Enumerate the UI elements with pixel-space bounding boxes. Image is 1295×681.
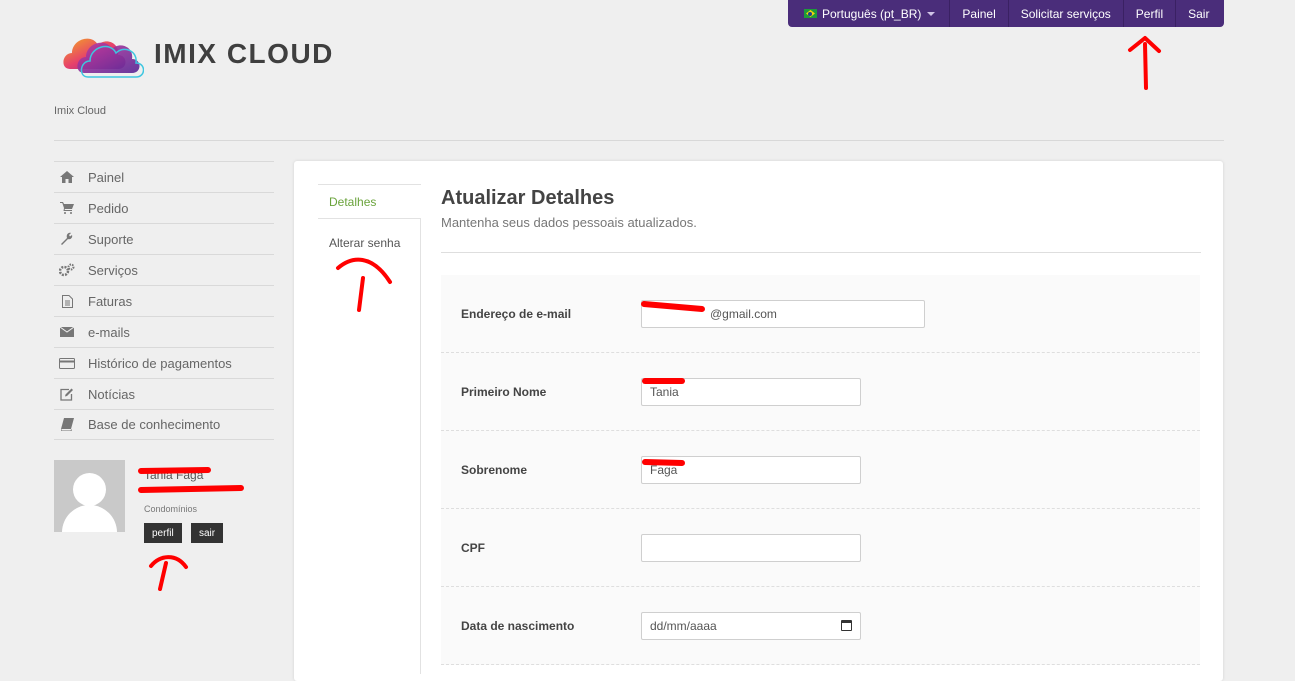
last-name-field[interactable]: Faga [641, 455, 861, 484]
sidebar-item-label: Base de conhecimento [88, 417, 221, 432]
sidebar-item-label: Pedido [88, 200, 129, 216]
details-content: Atualizar Detalhes Mantenha seus dados p… [441, 185, 1201, 665]
sidebar-item-emails[interactable]: e-mails [54, 316, 274, 347]
form-row-cpf: CPF [441, 509, 1200, 587]
header-divider [54, 140, 1224, 141]
logout-button[interactable]: sair [191, 523, 224, 543]
sidebar-item-label: Faturas [88, 293, 133, 309]
last-name-label: Sobrenome [461, 462, 528, 477]
sidebar-item-historico-pagamentos[interactable]: Histórico de pagamentos [54, 347, 274, 378]
cpf-field[interactable] [641, 533, 861, 562]
language-label: Português (pt_BR) [822, 6, 922, 21]
cart-icon [57, 202, 77, 214]
user-card: Tania Faga Condomínios perfil sair [54, 460, 294, 550]
birth-date-label: Data de nascimento [461, 618, 575, 633]
sidebar-item-label: Painel [88, 169, 125, 185]
caret-down-icon [927, 11, 936, 16]
envelope-icon [57, 327, 77, 337]
topnav-sair[interactable]: Sair [1175, 0, 1221, 27]
birth-date-field[interactable]: dd/mm/aaaa [641, 611, 861, 640]
page-subtitle: Mantenha seus dados pessoais atualizados… [441, 215, 697, 230]
cpf-label: CPF [461, 540, 485, 555]
home-icon [57, 171, 77, 183]
topnav-perfil[interactable]: Perfil [1122, 0, 1175, 27]
user-company: Condomínios [144, 504, 198, 514]
form-row-first-name: Primeiro Nome Tania [441, 353, 1200, 431]
wrench-icon [57, 232, 77, 246]
avatar [54, 460, 125, 532]
tab-detalhes[interactable]: Detalhes [318, 184, 421, 219]
email-field[interactable]: @gmail.com [641, 299, 925, 328]
sidebar-item-servicos[interactable]: Serviços [54, 254, 274, 285]
edit-icon [57, 388, 77, 401]
sidebar-item-painel[interactable]: Painel [54, 161, 274, 192]
form-row-email: Endereço de e-mail @gmail.com [441, 275, 1200, 353]
main-panel: Detalhes Alterar senha Atualizar Detalhe… [294, 161, 1223, 681]
site-tagline: Imix Cloud [54, 105, 106, 117]
sidebar-item-suporte[interactable]: Suporte [54, 223, 274, 254]
sidebar-item-label: Suporte [88, 231, 134, 247]
topnav-solicitar-servicos[interactable]: Solicitar serviços [1007, 0, 1123, 27]
site-logo[interactable]: IMIX CLOUD [62, 24, 334, 84]
credit-card-icon [57, 357, 77, 369]
cloud-logo-icon [63, 38, 144, 78]
sidebar-item-label: Notícias [88, 386, 135, 402]
document-icon [57, 294, 77, 308]
first-name-field[interactable]: Tania [641, 377, 861, 406]
book-icon [57, 418, 77, 431]
email-label: Endereço de e-mail [461, 306, 572, 321]
last-name-value: Faga [650, 462, 678, 477]
tab-alterar-senha[interactable]: Alterar senha [318, 225, 420, 260]
gears-icon [57, 263, 77, 277]
logo-text: IMIX CLOUD [154, 38, 334, 69]
sidebar-item-label: e-mails [88, 324, 130, 340]
email-value: @gmail.com [710, 306, 777, 321]
content-divider [441, 252, 1201, 253]
form-row-last-name: Sobrenome Faga [441, 431, 1200, 509]
profile-button[interactable]: perfil [144, 523, 182, 543]
sidebar-item-label: Histórico de pagamentos [88, 355, 232, 371]
form-row-birth-date: Data de nascimento dd/mm/aaaa [441, 587, 1200, 665]
birth-date-placeholder: dd/mm/aaaa [650, 618, 717, 633]
user-name: Tania Faga [144, 468, 204, 482]
profile-tabs: Detalhes Alterar senha [318, 184, 421, 674]
sidebar-item-base-conhecimento[interactable]: Base de conhecimento [54, 409, 274, 440]
topnav-painel[interactable]: Painel [949, 0, 1007, 27]
calendar-icon[interactable] [841, 620, 852, 631]
language-selector[interactable]: Português (pt_BR) [788, 0, 949, 27]
sidebar-item-label: Serviços [88, 262, 138, 278]
sidebar-menu: Painel Pedido Suporte Serviços Faturas e… [54, 161, 274, 440]
top-navbar: Português (pt_BR) Painel Solicitar servi… [788, 0, 1224, 27]
sidebar-item-pedido[interactable]: Pedido [54, 192, 274, 223]
first-name-value: Tania [650, 384, 679, 399]
sidebar-item-noticias[interactable]: Notícias [54, 378, 274, 409]
brazil-flag-icon [804, 9, 817, 18]
sidebar-item-faturas[interactable]: Faturas [54, 285, 274, 316]
details-form: Endereço de e-mail @gmail.com Primeiro N… [441, 275, 1200, 665]
first-name-label: Primeiro Nome [461, 384, 547, 399]
page-title: Atualizar Detalhes [441, 187, 615, 209]
